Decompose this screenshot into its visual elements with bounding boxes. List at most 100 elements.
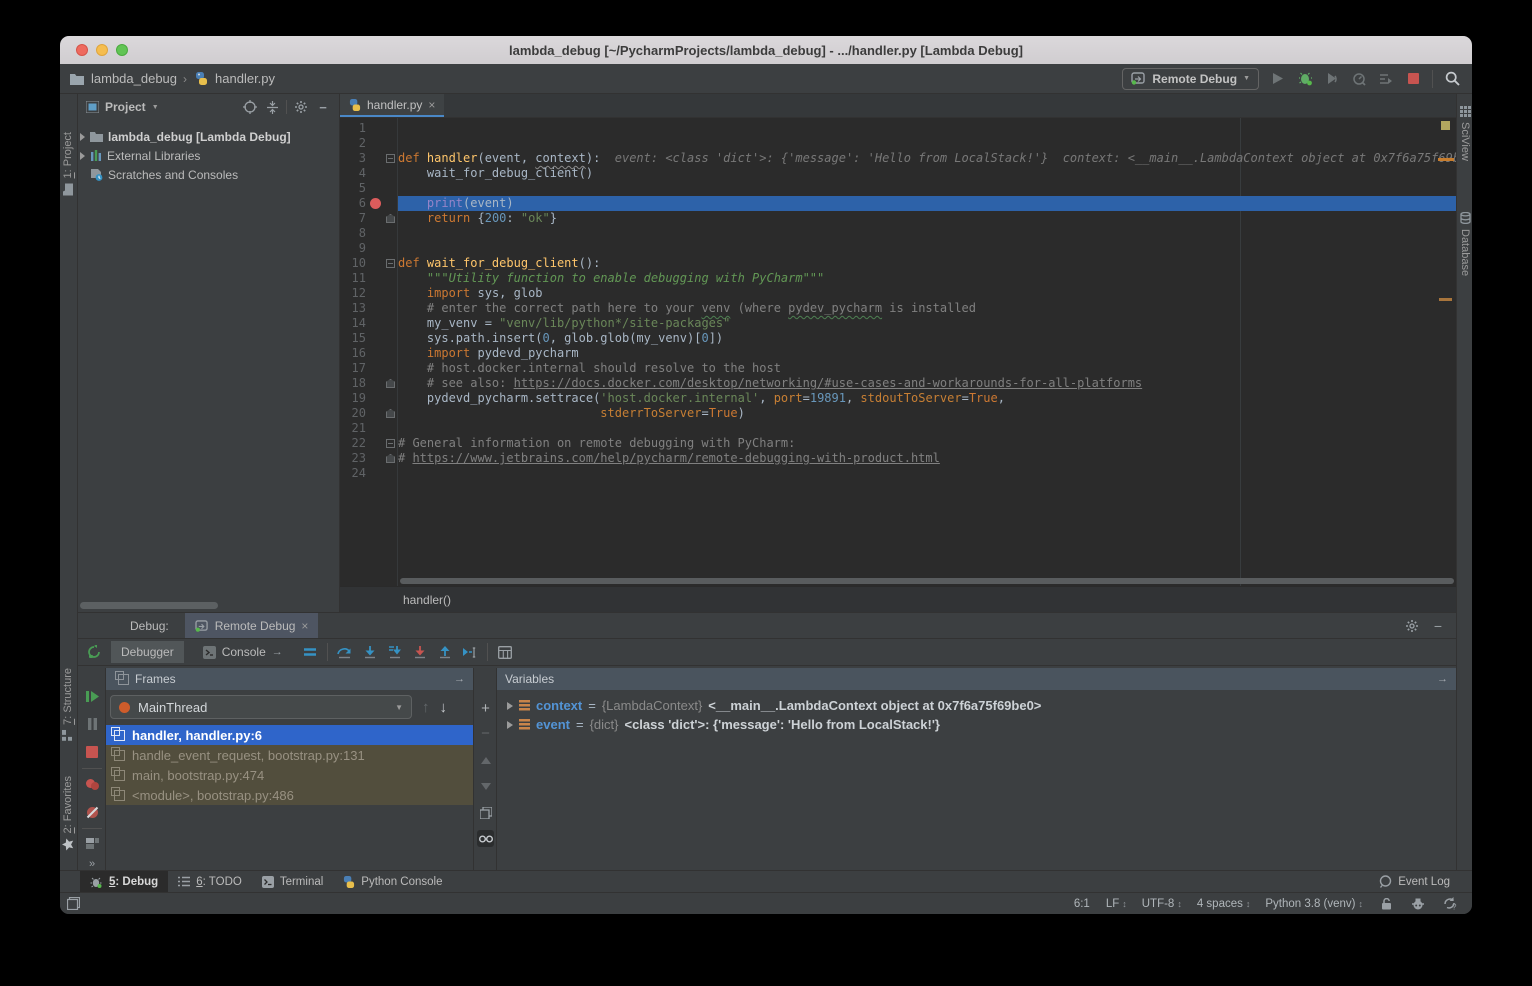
view-as-table-button[interactable] [497,644,513,660]
sidebar-item-database[interactable]: Database [1459,212,1471,276]
analysis-status-square[interactable] [1441,121,1450,130]
frame-up-button[interactable]: ↑ [422,699,430,716]
gutter-line-19[interactable]: 19 [340,391,397,406]
pin-output-icon[interactable]: → [272,646,283,658]
tab-handler-py[interactable]: handler.py × [340,94,444,117]
run-button[interactable] [1270,71,1286,87]
code-editor[interactable]: 123456789101112131415161718192021222324 … [340,118,1456,586]
expand-arrow-icon[interactable] [80,133,85,141]
event-log-button[interactable]: Event Log [1398,876,1450,888]
search-everywhere-button[interactable] [1444,71,1460,87]
close-tab-icon[interactable]: × [428,98,435,112]
duplicate-watch-button[interactable] [477,804,494,821]
profiler-button[interactable] [1351,71,1367,87]
collapse-all-button[interactable] [264,99,280,115]
gutter-line-9[interactable]: 9 [340,241,397,256]
gear-icon[interactable] [293,99,309,115]
fold-end-icon[interactable] [386,214,395,223]
run-to-cursor-button[interactable] [462,644,478,660]
gutter-line-7[interactable]: 7 [340,211,397,226]
hide-debug-panel-button[interactable]: − [1434,618,1442,634]
fold-end-icon[interactable] [386,379,395,388]
tool-window-quick-access-button[interactable] [65,896,81,912]
rerun-button[interactable] [86,644,102,660]
close-window-button[interactable] [76,44,88,56]
pause-program-button[interactable] [84,716,100,732]
sidebar-item-structure[interactable]: 7: Structure [62,668,74,741]
resume-program-button[interactable] [84,688,100,704]
gutter-line-1[interactable]: 1 [340,121,397,136]
breakpoint-icon[interactable] [370,198,381,209]
gutter-line-12[interactable]: 12 [340,286,397,301]
gutter-line-22[interactable]: 22 [340,436,397,451]
step-over-button[interactable] [337,644,353,660]
show-execution-point-button[interactable] [302,644,318,660]
restore-layout-button[interactable] [84,836,100,852]
highlighting-level-icon[interactable] [1410,896,1426,912]
gutter-line-13[interactable]: 13 [340,301,397,316]
gutter-line-20[interactable]: 20 [340,406,397,421]
stack-frame-row[interactable]: handler, handler.py:6 [106,725,473,745]
run-with-coverage-button[interactable] [1324,71,1340,87]
gear-icon[interactable] [1404,618,1420,634]
toolwindow-button-debug[interactable]: 5: Debug [80,871,168,892]
gutter-line-8[interactable]: 8 [340,226,397,241]
gutter-line-6[interactable]: 6 [340,196,397,211]
stack-frame-row[interactable]: handle_event_request, bootstrap.py:131 [106,745,473,765]
error-stripe-mark[interactable] [1438,158,1454,161]
breadcrumb-file[interactable]: handler.py [215,71,275,86]
fold-collapse-icon[interactable] [386,154,395,163]
force-step-into-button[interactable] [412,644,428,660]
fold-collapse-icon[interactable] [386,439,395,448]
line-separator-select[interactable]: LF↕ [1106,898,1126,910]
step-out-button[interactable] [437,644,453,660]
toolwindow-button-terminal[interactable]: Terminal [252,871,333,892]
gutter-line-14[interactable]: 14 [340,316,397,331]
fold-collapse-icon[interactable] [386,259,395,268]
gutter-line-21[interactable]: 21 [340,421,397,436]
gutter-line-23[interactable]: 23 [340,451,397,466]
fold-end-icon[interactable] [386,454,395,463]
tree-item-external-libraries[interactable]: External Libraries [78,146,339,165]
expand-arrow-icon[interactable] [507,702,513,710]
frame-down-button[interactable]: ↓ [440,699,448,716]
project-horizontal-scrollbar[interactable] [80,602,218,609]
indent-select[interactable]: 4 spaces↕ [1197,898,1250,910]
gutter-line-15[interactable]: 15 [340,331,397,346]
gutter-line-5[interactable]: 5 [340,181,397,196]
gutter-line-17[interactable]: 17 [340,361,397,376]
interpreter-select[interactable]: Python 3.8 (venv)↕ [1265,898,1362,910]
tab-remote-debug-session[interactable]: Remote Debug × [185,613,319,638]
editor-gutter[interactable]: 123456789101112131415161718192021222324 [340,121,397,481]
run-anything-button[interactable] [1378,71,1394,87]
expand-arrow-icon[interactable] [507,721,513,729]
move-watch-down-button[interactable] [477,778,494,795]
stop-button[interactable] [1405,71,1421,87]
stack-frame-row[interactable]: <module>, bootstrap.py:486 [106,785,473,805]
update-indicator-icon[interactable]: ? [1442,896,1458,912]
fold-end-icon[interactable] [386,409,395,418]
gutter-line-18[interactable]: 18 [340,376,397,391]
thread-select[interactable]: MainThread ▼ [110,695,412,719]
show-watches-toggle[interactable] [477,830,494,847]
variable-row-context[interactable]: context={LambdaContext}<__main__.LambdaC… [497,696,1456,715]
sidebar-item-project[interactable]: 1: Project [62,132,74,195]
mute-breakpoints-button[interactable] [84,804,100,820]
read-only-lock-icon[interactable] [1378,896,1394,912]
locate-file-button[interactable] [242,99,258,115]
tree-item-scratches-and-consoles[interactable]: Scratches and Consoles [78,165,339,184]
pin-frames-icon[interactable]: → [454,673,465,685]
close-session-icon[interactable]: × [301,619,308,633]
gutter-line-10[interactable]: 10 [340,256,397,271]
debug-button[interactable] [1297,71,1313,87]
toolwindow-button-todo[interactable]: 6: TODO [168,871,252,892]
minimize-window-button[interactable] [96,44,108,56]
encoding-select[interactable]: UTF-8↕ [1142,898,1181,910]
gutter-line-3[interactable]: 3 [340,151,397,166]
gutter-line-4[interactable]: 4 [340,166,397,181]
variable-row-event[interactable]: event={dict}<class 'dict'>: {'message': … [497,715,1456,734]
zoom-window-button[interactable] [116,44,128,56]
sidebar-item-sciview[interactable]: SciView [1459,106,1471,161]
pin-variables-icon[interactable]: → [1437,673,1448,685]
stop-button[interactable] [84,744,100,760]
